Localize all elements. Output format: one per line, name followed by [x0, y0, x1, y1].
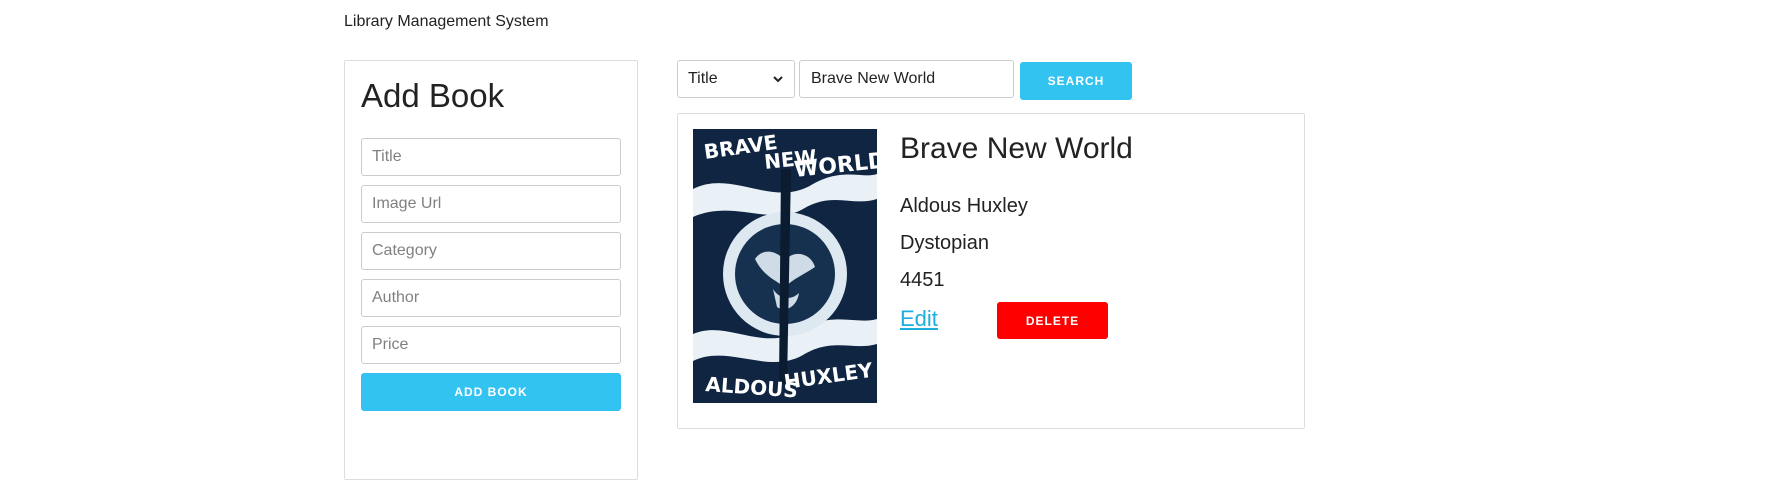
- book-cover-image: BRAVE NEW WORLD ALDOUS HUXLEY: [693, 129, 877, 403]
- search-field-selected: Title: [688, 70, 718, 87]
- title-field[interactable]: [361, 138, 621, 176]
- chevron-down-icon: [773, 76, 783, 83]
- add-book-panel: Add Book ADD BOOK: [344, 60, 638, 480]
- book-author: Aldous Huxley: [900, 195, 1028, 217]
- add-book-button[interactable]: ADD BOOK: [361, 373, 621, 411]
- search-field-select[interactable]: Title: [677, 60, 795, 98]
- image-url-field[interactable]: [361, 185, 621, 223]
- add-book-heading: Add Book: [361, 77, 505, 114]
- author-field[interactable]: [361, 279, 621, 317]
- search-button[interactable]: SEARCH: [1020, 62, 1132, 100]
- category-field[interactable]: [361, 232, 621, 270]
- book-price: 4451: [900, 269, 945, 291]
- edit-link[interactable]: Edit: [900, 306, 938, 332]
- delete-button[interactable]: DELETE: [997, 302, 1108, 339]
- book-category: Dystopian: [900, 232, 989, 254]
- book-title: Brave New World: [900, 132, 1133, 165]
- book-result-card: BRAVE NEW WORLD ALDOUS HUXLEY Brave New …: [677, 113, 1305, 429]
- price-field[interactable]: [361, 326, 621, 364]
- book-cover-art: BRAVE NEW WORLD ALDOUS HUXLEY: [693, 129, 877, 403]
- search-input[interactable]: [799, 60, 1014, 98]
- app-title: Library Management System: [344, 13, 549, 30]
